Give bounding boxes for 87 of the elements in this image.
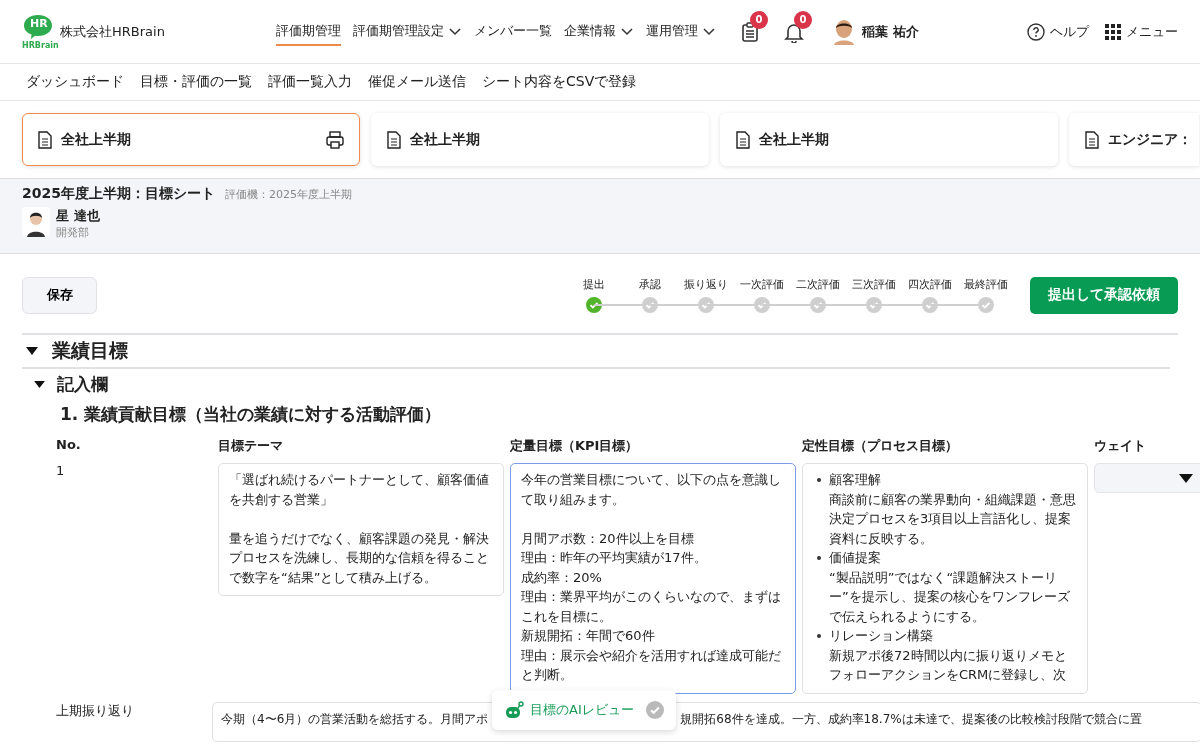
notification-badge: 0: [794, 10, 812, 29]
sheet-tab[interactable]: エンジニア：: [1069, 113, 1199, 166]
step-label: 三次評価: [852, 277, 896, 292]
grid-icon: [1105, 23, 1121, 40]
kpi-text: 成約率：20%: [521, 568, 603, 587]
bullet-icon: [817, 634, 821, 638]
avatar-icon: [832, 18, 856, 45]
caret-icon: [34, 380, 45, 389]
column-header: ウェイト: [1094, 437, 1147, 455]
nav-link[interactable]: 評価期管理: [276, 17, 341, 46]
menu-link[interactable]: メニュー: [1105, 22, 1178, 41]
column-header: No.: [56, 437, 82, 454]
step-label: 最終評価: [964, 277, 1008, 292]
avatar-icon: [22, 207, 50, 237]
reflection-label: 上期振り返り: [56, 702, 135, 720]
logo-subtext: HRBrain: [22, 40, 59, 50]
kpi-text: 今年の営業目標について、以下の点を意識して取り組みます。: [521, 471, 782, 509]
step-label: 一次評価: [740, 277, 784, 292]
member-name: 星 達也: [56, 207, 100, 225]
save-button[interactable]: 保存: [22, 276, 97, 314]
ai-review-button[interactable]: 目標のAIレビュー: [492, 690, 676, 730]
theme-text: 量を追うだけでなく、顧客課題の発見・解決プロセスを洗練し、長期的な信頼を得ることで数字を“結果”として積み上げる。: [229, 529, 490, 587]
robot-icon: [504, 701, 524, 719]
subnav-link[interactable]: 評価一覧入力: [268, 73, 352, 91]
nav-link[interactable]: 企業情報: [564, 17, 634, 46]
nav-link[interactable]: 運用管理: [646, 17, 716, 46]
process-title: 価値提案: [829, 549, 882, 567]
document-icon: [735, 130, 751, 149]
kpi-text: 理由：昨年の平均実績が17件。: [521, 549, 708, 567]
row-number: 1: [56, 463, 66, 480]
process-title: リレーション構築: [829, 627, 934, 645]
print-icon[interactable]: [325, 129, 345, 150]
document-icon: [1084, 130, 1100, 149]
theme-text: 「選ばれ続けるパートナーとして、顧客価値を共創する営業」: [229, 471, 490, 509]
process-text: 新規アポ後72時間以内に振り返りメモとフォローアクションをCRMに登録し、次: [829, 646, 1068, 684]
notification-badge: 0: [750, 10, 768, 29]
subnav-link[interactable]: 催促メール送信: [368, 73, 466, 91]
step-label: 振り返り: [684, 277, 728, 292]
weight-select[interactable]: [1094, 463, 1200, 493]
subnav-link[interactable]: シート内容をCSVで登録: [482, 73, 637, 91]
kpi-text: 理由：業界平均がこのくらいなので、まずはこれを目標に。: [521, 588, 782, 626]
sheet-tab[interactable]: 全社上半期: [22, 113, 360, 166]
bullet-icon: [817, 478, 821, 482]
user-name[interactable]: 稲葉 祐介: [862, 22, 919, 41]
column-header: 定量目標（KPI目標）: [510, 437, 640, 455]
process-text: 商談前に顧客の業界動向・組織課題・意思決定プロセスを3項目以上言語化し、提案資料に反映する。: [829, 490, 1077, 548]
kpi-text: 新規開拓：年間で60件: [521, 627, 656, 645]
reflection-text: 規開拓68件を達成。一方、成約率18.7%は未達で、提案後の比較検討段階で競合に置: [680, 711, 1142, 728]
help-icon: [1027, 22, 1045, 41]
help-link[interactable]: ヘルプ: [1027, 22, 1089, 41]
nav-link[interactable]: 評価期管理設定: [353, 17, 462, 46]
kpi-text: 月間アポ数：20件以上を目標: [521, 529, 695, 548]
document-icon: [386, 130, 402, 149]
subnav-link[interactable]: 目標・評価の一覧: [140, 73, 252, 91]
kpi-text: 理由：展示会や紹介を活用すれば達成可能だと判断。: [521, 646, 782, 684]
tab-label: 全社上半期: [410, 130, 480, 149]
step-label: 承認: [639, 277, 661, 292]
sheet-title: 2025年度上半期：目標シート: [22, 185, 215, 203]
process-title: 顧客理解: [829, 471, 882, 489]
subsection-header[interactable]: 記入欄: [22, 369, 1178, 400]
submit-button[interactable]: 提出して承認依頼: [1030, 276, 1178, 314]
process-field[interactable]: 顧客理解 商談前に顧客の業界動向・組織課題・意思決定プロセスを3項目以上言語化し、提案資料に反映する。 価値提案 “製品説明”ではなく“課題解決ストーリー”を提示し、提案の核心をワンフレーズで伝えられるようにする。 リレーション構築 新規アポ後72時間以内に振り返りメモとフォローアクションをCRMに登録し、次: [802, 463, 1088, 694]
sheet-tab[interactable]: 全社上半期: [720, 113, 1058, 166]
tab-label: 全社上半期: [759, 130, 829, 149]
column-header: 定性目標（プロセス目標）: [802, 437, 959, 455]
caret-icon: [1179, 473, 1193, 483]
tab-label: 全社上半期: [61, 130, 131, 149]
step-label: 提出: [583, 277, 605, 292]
document-icon: [37, 130, 53, 149]
sheet-tab[interactable]: 全社上半期: [371, 113, 709, 166]
period-label: 評価機：2025年度上半期: [224, 187, 352, 202]
department-label: 開発部: [56, 225, 90, 240]
column-header: 目標テーマ: [218, 437, 284, 455]
theme-field[interactable]: 「選ばれ続けるパートナーとして、顧客価値を共創する営業」 量を追うだけでなく、顧客課題の発見・解決プロセスを洗練し、長期的な信頼を得ることで数字を“結果”として積み上げる。: [218, 463, 504, 596]
reflection-text: 今期（4〜6月）の営業活動を総括する。月間アポ: [221, 711, 489, 728]
bullet-icon: [817, 556, 821, 560]
logo-text: HR: [30, 16, 48, 30]
process-text: “製品説明”ではなく“課題解決ストーリー”を提示し、提案の核心をワンフレーズで伝えられるようにする。: [829, 568, 1071, 626]
nav-link[interactable]: メンバー一覧: [474, 17, 552, 46]
goal-title: 1. 業績貢献目標（当社の業績に対する活動評価）: [59, 403, 443, 426]
step-label: 二次評価: [796, 277, 840, 292]
company-name: 株式会社HRBrain: [60, 22, 165, 41]
subnav-link[interactable]: ダッシュボード: [26, 73, 124, 91]
caret-icon: [26, 346, 38, 356]
section-header[interactable]: 業績目標: [22, 335, 1170, 369]
tab-label: エンジニア：: [1108, 130, 1192, 149]
step-label: 四次評価: [908, 277, 952, 292]
